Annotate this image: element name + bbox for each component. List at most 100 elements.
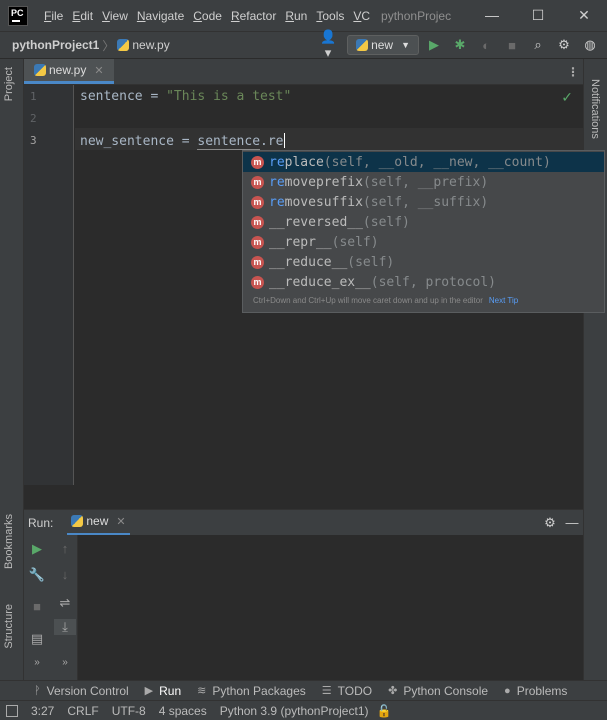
completion-item[interactable]: m __repr__ (self) bbox=[243, 232, 604, 252]
method-icon: m bbox=[251, 235, 264, 249]
code-completion-popup[interactable]: m replace (self, __old, __new, __count) m re… bbox=[242, 150, 605, 313]
close-icon[interactable]: ✕ bbox=[116, 515, 125, 528]
search-icon[interactable]: ⌕ bbox=[527, 37, 549, 53]
bottom-tab-python-console[interactable]: ✤ Python Console bbox=[388, 684, 488, 698]
run-config-selector[interactable]: new ▼ bbox=[347, 35, 419, 55]
line-separator[interactable]: CRLF bbox=[67, 704, 98, 718]
line-number: 2 bbox=[30, 112, 37, 125]
project-tool-tab[interactable]: Project bbox=[3, 67, 15, 101]
gear-icon[interactable]: ⚙ bbox=[539, 515, 561, 531]
code-line-1: sentence = "This is a test" bbox=[80, 89, 292, 104]
run-config-label: new bbox=[371, 38, 394, 52]
stop-icon[interactable]: ■ bbox=[501, 38, 523, 53]
scroll-to-end-icon[interactable]: ⤓ bbox=[54, 619, 76, 635]
completion-item-signature: (self, __prefix) bbox=[362, 174, 489, 190]
menu-edit[interactable]: Edit bbox=[72, 9, 93, 23]
more-icon[interactable]: » bbox=[26, 657, 48, 668]
more-tabs-icon[interactable]: ⋮ bbox=[563, 59, 583, 84]
bottom-tab-todo[interactable]: ☰ TODO bbox=[322, 684, 372, 698]
check-icon[interactable]: ✓ bbox=[561, 89, 573, 106]
completion-item[interactable]: m __reduce__ (self) bbox=[243, 252, 604, 272]
add-user-icon[interactable]: 👤▾ bbox=[317, 29, 339, 61]
menu-refactor[interactable]: Refactor bbox=[231, 9, 276, 23]
completion-item[interactable]: m __reduce_ex__ (self, protocol) bbox=[243, 272, 604, 292]
run-console[interactable] bbox=[78, 535, 583, 680]
run-tool-title: Run: bbox=[28, 515, 54, 530]
status-bar: 3:27 CRLF UTF-8 4 spaces Python 3.9 (pyt… bbox=[0, 700, 607, 720]
maximize-button[interactable]: ☐ bbox=[515, 7, 561, 24]
close-window-button[interactable]: ✕ bbox=[561, 7, 607, 24]
indent-setting[interactable]: 4 spaces bbox=[159, 704, 207, 718]
completion-item[interactable]: m removesuffix (self, __suffix) bbox=[243, 192, 604, 212]
completion-item[interactable]: m removeprefix (self, __prefix) bbox=[243, 172, 604, 192]
python-file-icon bbox=[71, 515, 84, 527]
bottom-tab-run[interactable]: ▶ Run bbox=[145, 684, 181, 698]
minimize-button[interactable]: — bbox=[469, 7, 515, 24]
run-tab-new[interactable]: new ✕ bbox=[67, 510, 130, 536]
bottom-tab-python-packages[interactable]: ≋ Python Packages bbox=[197, 684, 306, 698]
menu-code[interactable]: Code bbox=[193, 9, 222, 23]
pycharm-logo-icon: PC bbox=[8, 5, 28, 26]
line-gutter: 1 2 3 bbox=[24, 85, 74, 485]
main-menu: File Edit View Navigate Code Refactor Ru… bbox=[44, 9, 379, 23]
caret-position[interactable]: 3:27 bbox=[31, 704, 54, 718]
bottom-tab-label: Python Packages bbox=[212, 683, 306, 698]
bottom-tool-tabs: ᚹ Version Control ▶ Run ≋ Python Packages ☰ TOD… bbox=[0, 680, 607, 700]
structure-tool-tab[interactable]: Structure bbox=[3, 604, 15, 649]
left-tool-stripe: Project Bookmarks Structure bbox=[0, 59, 24, 680]
line-number: 1 bbox=[30, 90, 37, 103]
bookmarks-tool-tab[interactable]: Bookmarks bbox=[3, 514, 15, 569]
stop-icon[interactable]: ■ bbox=[26, 599, 48, 614]
file-encoding[interactable]: UTF-8 bbox=[112, 704, 146, 718]
gear-icon[interactable]: ⚙ bbox=[553, 37, 575, 53]
completion-item-name: removeprefix bbox=[269, 174, 363, 190]
method-icon: m bbox=[251, 215, 264, 229]
method-icon: m bbox=[251, 195, 264, 209]
menu-tools[interactable]: Tools bbox=[316, 9, 344, 23]
menu-file[interactable]: File bbox=[44, 9, 63, 23]
notifications-tool-tab[interactable]: Notifications bbox=[589, 79, 601, 139]
python-interpreter[interactable]: Python 3.9 (pythonProject1) bbox=[220, 704, 369, 718]
todo-icon: ☰ bbox=[321, 685, 332, 697]
completion-item-signature: (self) bbox=[362, 214, 410, 230]
soft-wrap-icon[interactable]: ⇌ bbox=[54, 595, 76, 611]
completion-item[interactable]: m replace (self, __old, __new, __count) bbox=[243, 152, 604, 172]
next-tip-link[interactable]: Next Tip bbox=[489, 296, 518, 305]
down-arrow-icon[interactable]: ↓ bbox=[54, 567, 76, 582]
hide-icon[interactable]: — bbox=[561, 515, 583, 531]
menu-vcs[interactable]: VC bbox=[353, 9, 370, 23]
run-tool-header: Run: new ✕ ⚙ — bbox=[24, 509, 583, 536]
menu-navigate[interactable]: Navigate bbox=[137, 9, 184, 23]
wrench-icon[interactable]: 🔧 bbox=[26, 567, 48, 583]
completion-item-name: replace bbox=[269, 154, 324, 170]
completion-item-name: removesuffix bbox=[269, 194, 363, 210]
lock-icon[interactable]: 🔓 bbox=[377, 704, 392, 718]
menu-run[interactable]: Run bbox=[285, 9, 307, 23]
completion-hint: Ctrl+Down and Ctrl+Up will move caret do… bbox=[253, 296, 519, 305]
coverage-icon[interactable]: ◐ bbox=[475, 38, 497, 53]
completion-item-name: __reduce__ bbox=[269, 254, 348, 270]
tab-new-py[interactable]: new.py ✕ bbox=[24, 59, 114, 84]
navigation-bar: pythonProject1 〉 new.py 👤▾ new ▼ ▶ ✱ ◐ ■… bbox=[0, 29, 607, 61]
bottom-tab-version-control[interactable]: ᚹ Version Control bbox=[34, 684, 129, 698]
tab-label: new.py bbox=[49, 63, 87, 77]
run-icon[interactable]: ▶ bbox=[423, 37, 445, 53]
up-arrow-icon[interactable]: ↑ bbox=[54, 541, 76, 556]
bottom-tab-label: Python Console bbox=[403, 683, 489, 698]
completion-item[interactable]: m __reversed__ (self) bbox=[243, 212, 604, 232]
rerun-icon[interactable]: ▶ bbox=[26, 541, 48, 557]
editor-tabs: new.py ✕ ⋮ bbox=[24, 59, 583, 85]
line-number: 3 bbox=[30, 134, 37, 147]
more-icon[interactable]: » bbox=[54, 657, 76, 668]
ide-logo-icon[interactable]: ◍ bbox=[579, 37, 601, 53]
run-tab-label: new bbox=[86, 514, 109, 528]
breadcrumb-project[interactable]: pythonProject1 bbox=[12, 38, 99, 52]
completion-item-name: __reversed__ bbox=[269, 214, 363, 230]
menu-view[interactable]: View bbox=[102, 9, 128, 23]
debug-icon[interactable]: ✱ bbox=[449, 37, 471, 53]
bottom-tab-problems[interactable]: ● Problems bbox=[504, 684, 567, 698]
breadcrumb-file[interactable]: new.py bbox=[132, 38, 169, 52]
close-icon[interactable]: ✕ bbox=[94, 64, 103, 77]
tool-windows-icon[interactable] bbox=[6, 704, 18, 717]
layout-icon[interactable]: ▤ bbox=[26, 631, 48, 647]
